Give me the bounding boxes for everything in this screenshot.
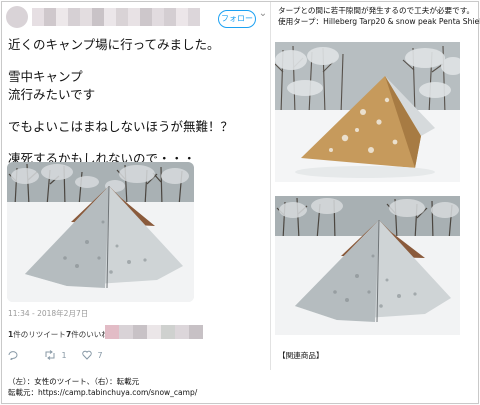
tweet-line: 流行みたいです [8, 87, 96, 102]
retweets-label: 件のリツイート [13, 330, 66, 339]
reply-icon[interactable] [8, 350, 18, 360]
source-description: タープとの間に若干隙間が発生するので工夫が必要です。 使用タープ：Hillebe… [278, 5, 480, 27]
caption-source: 転載元：https://camp.tabinchuya.com/snow_cam… [8, 388, 198, 397]
chevron-down-icon[interactable]: ⌄ [257, 8, 269, 19]
tweet-line: でもよいこはまねしないほうが無難！？ [8, 119, 234, 134]
retweet-button[interactable]: 1 [44, 350, 67, 360]
tweet-body: 近くのキャンプ場に行ってみました。 雪中キャンプ 流行みたいです でもよいこはま… [8, 36, 266, 168]
tweet-photo[interactable] [7, 162, 194, 302]
tweet-line: 雪中キャンプ [8, 69, 83, 84]
like-action-count: 7 [97, 350, 103, 360]
source-photo-tarp[interactable] [275, 42, 460, 182]
liker-avatars[interactable] [105, 325, 203, 339]
tweet-card: フォローする ⌄ 近くのキャンプ場に行ってみました。 雪中キャンプ 流行みたいで… [2, 2, 271, 370]
retweet-action-count: 1 [61, 350, 67, 360]
blurred-username[interactable] [32, 8, 200, 26]
avatar[interactable] [6, 6, 28, 28]
follow-button[interactable]: フォローする [218, 10, 256, 28]
source-tarp: 使用タープ：Hilleberg Tarp20 & snow peak Penta… [278, 17, 480, 26]
tweet-timestamp[interactable]: 11:34 - 2018年2月7日 [8, 308, 88, 319]
heart-icon [82, 350, 92, 360]
article-caption: （左）：女性のツイート、（右）：転載元 転載元：https://camp.tab… [8, 376, 268, 398]
like-stat[interactable]: 7件のいいね [66, 329, 109, 340]
caption-line: （左）：女性のツイート、（右）：転載元 [8, 377, 140, 386]
source-note: タープとの間に若干隙間が発生するので工夫が必要です。 [278, 6, 475, 15]
tweet-line: 近くのキャンプ場に行ってみました。 [8, 37, 220, 52]
retweet-stat[interactable]: 1件のリツイート [8, 329, 66, 340]
screenshot-frame: フォローする ⌄ 近くのキャンプ場に行ってみました。 雪中キャンプ 流行みたいで… [1, 1, 480, 404]
retweet-icon [44, 350, 56, 360]
tweet-header: フォローする ⌄ [2, 2, 270, 30]
like-button[interactable]: 7 [82, 350, 103, 360]
likes-label: 件のいいね [71, 330, 109, 339]
source-photo-tent[interactable] [275, 196, 460, 335]
related-products-heading: 【関連商品】 [278, 351, 324, 360]
